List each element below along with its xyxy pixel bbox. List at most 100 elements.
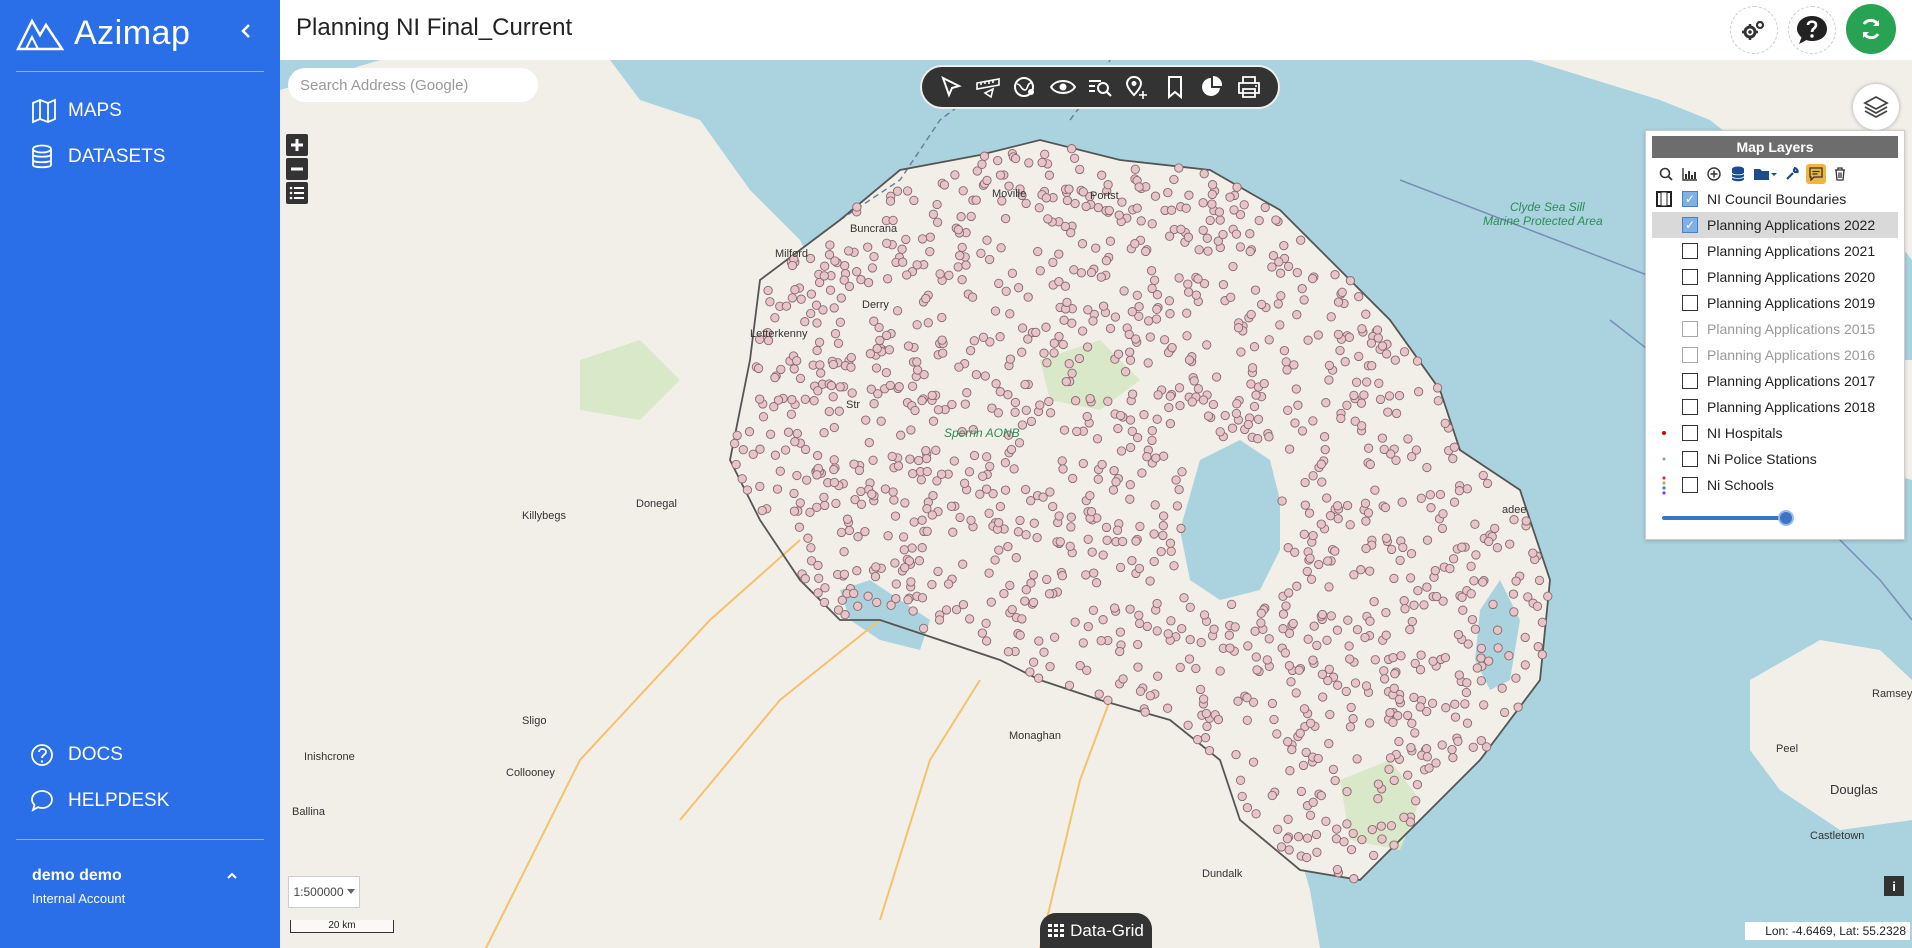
planning-application-point[interactable]	[869, 316, 879, 326]
planning-application-point[interactable]	[1462, 484, 1472, 494]
planning-application-point[interactable]	[1058, 339, 1068, 350]
planning-application-point[interactable]	[863, 242, 873, 252]
planning-application-point[interactable]	[906, 577, 916, 587]
planning-application-point[interactable]	[1377, 834, 1387, 844]
planning-application-point[interactable]	[1125, 347, 1135, 357]
planning-application-point[interactable]	[1220, 410, 1230, 421]
planning-application-point[interactable]	[755, 481, 765, 492]
layer-row[interactable]: Planning Applications 2018	[1646, 394, 1904, 420]
planning-application-point[interactable]	[1400, 604, 1410, 614]
planning-application-point[interactable]	[1175, 662, 1185, 673]
planning-application-point[interactable]	[979, 151, 990, 161]
planning-application-point[interactable]	[1037, 157, 1047, 168]
planning-application-point[interactable]	[732, 430, 742, 441]
planning-application-point[interactable]	[1380, 502, 1391, 513]
planning-application-point[interactable]	[943, 579, 954, 589]
planning-application-point[interactable]	[1143, 316, 1154, 326]
planning-application-point[interactable]	[887, 451, 897, 462]
planning-application-point[interactable]	[1416, 493, 1426, 503]
planning-application-point[interactable]	[1336, 413, 1346, 424]
planning-application-point[interactable]	[1253, 414, 1264, 424]
planning-application-point[interactable]	[1076, 268, 1087, 278]
planning-application-point[interactable]	[1075, 164, 1085, 175]
planning-application-point[interactable]	[1054, 249, 1064, 259]
planning-application-point[interactable]	[1453, 629, 1464, 640]
planning-application-point[interactable]	[1398, 542, 1408, 553]
planning-application-point[interactable]	[1054, 331, 1064, 342]
planning-application-point[interactable]	[1060, 221, 1070, 232]
planning-application-point[interactable]	[1232, 182, 1242, 192]
planning-application-point[interactable]	[914, 455, 924, 466]
planning-application-point[interactable]	[748, 449, 758, 459]
planning-application-point[interactable]	[1308, 471, 1318, 481]
planning-application-point[interactable]	[1152, 598, 1162, 609]
planning-application-point[interactable]	[1299, 295, 1309, 305]
planning-application-point[interactable]	[881, 330, 892, 341]
planning-application-point[interactable]	[1303, 335, 1313, 345]
layer-row[interactable]: Planning Applications 2019	[1646, 290, 1904, 316]
planning-application-point[interactable]	[961, 260, 971, 270]
planning-application-point[interactable]	[1403, 770, 1413, 780]
planning-application-point[interactable]	[1039, 348, 1049, 358]
planning-application-point[interactable]	[957, 275, 967, 285]
planning-application-point[interactable]	[949, 456, 959, 466]
planning-application-point[interactable]	[1450, 699, 1460, 709]
planning-application-point[interactable]	[889, 495, 899, 505]
planning-application-point[interactable]	[1488, 599, 1498, 610]
planning-application-point[interactable]	[917, 543, 927, 553]
planning-application-point[interactable]	[1367, 361, 1377, 371]
planning-application-point[interactable]	[1147, 426, 1157, 436]
planning-application-point[interactable]	[861, 415, 871, 425]
planning-application-point[interactable]	[792, 470, 802, 481]
planning-application-point[interactable]	[1289, 360, 1299, 370]
planning-application-point[interactable]	[1381, 630, 1391, 640]
planning-application-point[interactable]	[1226, 599, 1237, 610]
planning-application-point[interactable]	[1543, 591, 1553, 601]
planning-application-point[interactable]	[1153, 390, 1163, 400]
planning-application-point[interactable]	[1325, 511, 1336, 521]
planning-application-point[interactable]	[918, 623, 929, 634]
planning-application-point[interactable]	[1352, 754, 1362, 764]
planning-application-point[interactable]	[1288, 618, 1298, 629]
planning-application-point[interactable]	[1003, 390, 1013, 400]
planning-application-point[interactable]	[1343, 615, 1353, 625]
planning-application-point[interactable]	[1199, 169, 1209, 179]
planning-application-point[interactable]	[1433, 396, 1443, 406]
planning-application-point[interactable]	[978, 332, 989, 342]
planning-application-point[interactable]	[1316, 459, 1326, 469]
planning-application-point[interactable]	[1427, 698, 1438, 708]
planning-application-point[interactable]	[1492, 625, 1503, 635]
planning-application-point[interactable]	[927, 390, 937, 401]
planning-application-point[interactable]	[1078, 187, 1088, 197]
planning-application-point[interactable]	[883, 531, 893, 541]
planning-application-point[interactable]	[842, 514, 853, 524]
planning-application-point[interactable]	[1471, 550, 1481, 560]
planning-application-point[interactable]	[1335, 345, 1345, 356]
planning-application-point[interactable]	[1045, 661, 1055, 672]
planning-application-point[interactable]	[1377, 341, 1388, 351]
planning-application-point[interactable]	[1158, 530, 1168, 541]
planning-application-point[interactable]	[1428, 656, 1438, 666]
planning-application-point[interactable]	[1409, 600, 1419, 610]
planning-application-point[interactable]	[1497, 683, 1507, 693]
planning-application-point[interactable]	[1211, 372, 1222, 382]
planning-application-point[interactable]	[844, 525, 855, 536]
planning-application-point[interactable]	[1411, 796, 1421, 806]
planning-application-point[interactable]	[1179, 593, 1189, 603]
planning-application-point[interactable]	[800, 574, 810, 584]
planning-application-point[interactable]	[1406, 548, 1417, 559]
planning-application-point[interactable]	[742, 485, 753, 495]
planning-application-point[interactable]	[1499, 707, 1510, 718]
planning-application-point[interactable]	[1300, 477, 1310, 488]
planning-application-point[interactable]	[1275, 320, 1285, 330]
planning-application-point[interactable]	[1243, 419, 1253, 430]
planning-application-point[interactable]	[1209, 624, 1219, 634]
planning-application-point[interactable]	[1305, 718, 1316, 728]
planning-application-point[interactable]	[1085, 393, 1095, 404]
planning-application-point[interactable]	[819, 428, 829, 438]
planning-application-point[interactable]	[990, 555, 1000, 565]
planning-application-point[interactable]	[903, 341, 914, 351]
zoom-in-button[interactable]	[286, 134, 308, 156]
planning-application-point[interactable]	[995, 387, 1005, 397]
planning-application-point[interactable]	[1357, 324, 1367, 334]
